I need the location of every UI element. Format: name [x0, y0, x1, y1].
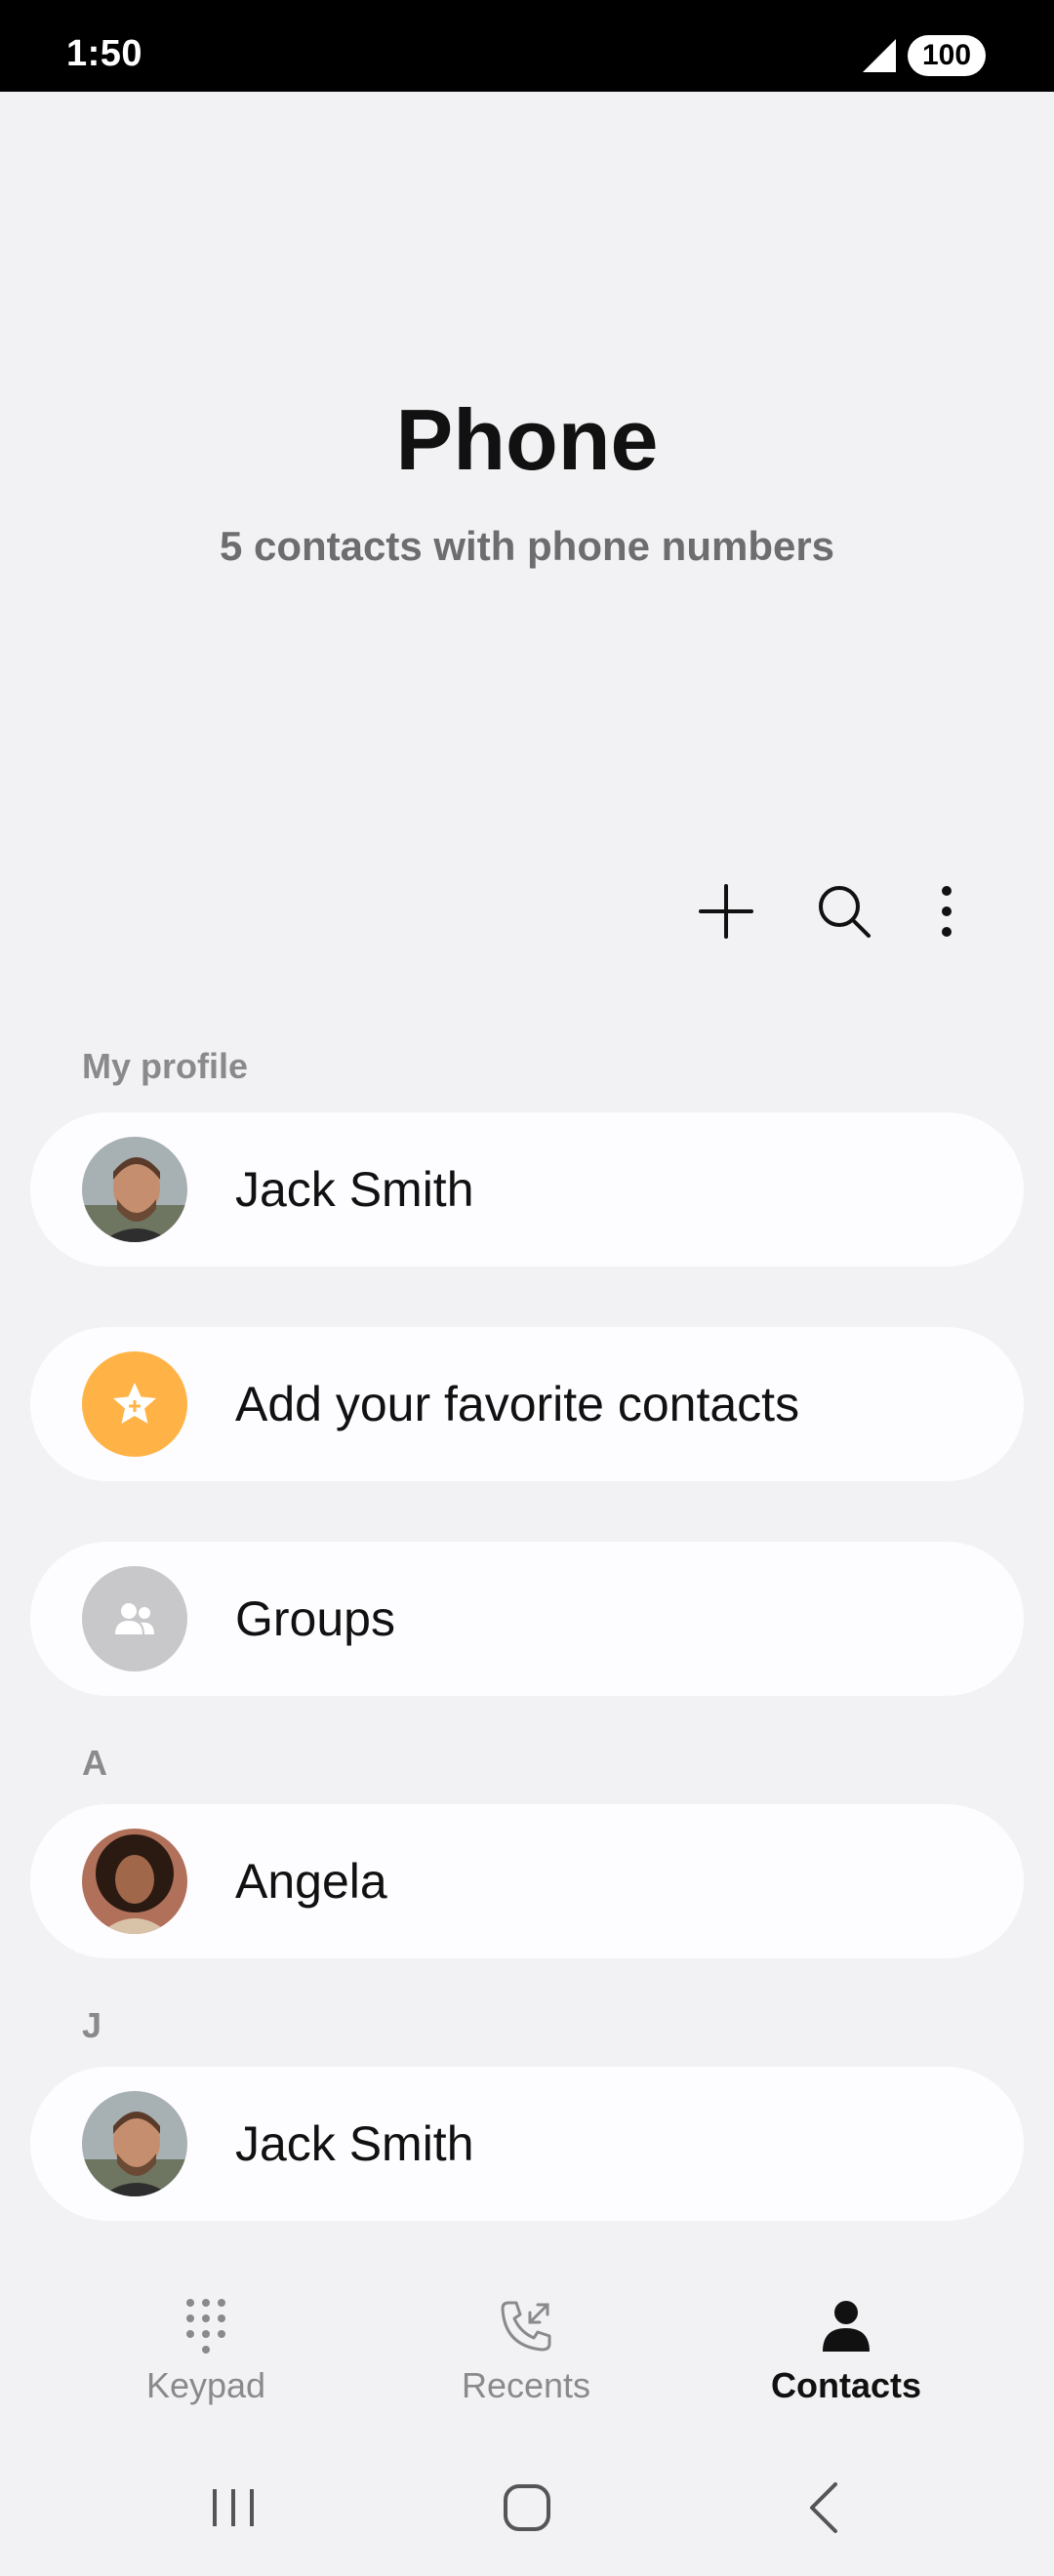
keypad-icon [167, 2287, 245, 2365]
tab-contacts-label: Contacts [770, 2365, 922, 2405]
more-options-icon [942, 886, 952, 937]
page-title: Phone [395, 391, 659, 488]
tab-contacts[interactable]: Contacts [700, 2274, 993, 2410]
recents-icon [487, 2287, 565, 2365]
add-favorites-label: Add your favorite contacts [235, 1377, 800, 1431]
section-label-a: A [82, 1743, 107, 1783]
more-options-button[interactable] [908, 872, 986, 950]
tab-keypad[interactable]: Keypad [60, 2274, 352, 2410]
avatar [82, 1829, 187, 1934]
section-label-j: J [82, 2005, 102, 2045]
add-favorites-card[interactable]: Add your favorite contacts [30, 1327, 1024, 1481]
groups-card[interactable]: Groups [30, 1542, 1024, 1696]
add-icon [699, 884, 753, 939]
search-icon [819, 886, 871, 938]
favorites-avatar [82, 1351, 187, 1457]
recent-apps-button[interactable] [175, 2459, 292, 2556]
groups-label: Groups [235, 1591, 395, 1646]
back-icon [810, 2482, 837, 2533]
battery-icon: 100 [908, 35, 986, 76]
profile-card[interactable]: Jack Smith [30, 1112, 1024, 1267]
avatar [82, 2091, 187, 2196]
status-bar: 1:50 100 [0, 0, 1054, 92]
tab-keypad-label: Keypad [145, 2365, 266, 2405]
signal-icon [863, 39, 896, 72]
recent-apps-icon [213, 2489, 254, 2526]
avatar [82, 1137, 187, 1242]
system-nav-bar [0, 2459, 1054, 2556]
search-button[interactable] [805, 872, 883, 950]
back-button[interactable] [765, 2459, 882, 2556]
status-time: 1:50 [66, 33, 143, 74]
profile-name: Jack Smith [235, 1162, 474, 1217]
contact-card-jack-smith[interactable]: Jack Smith [30, 2067, 1024, 2221]
tab-recents[interactable]: Recents [380, 2274, 672, 2410]
star-icon [113, 1383, 156, 1424]
tab-recents-label: Recents [461, 2365, 591, 2405]
contacts-icon [807, 2287, 885, 2365]
bottom-nav: Keypad Recents Contacts [0, 2274, 1054, 2410]
contact-name: Angela [235, 1854, 387, 1909]
add-contact-button[interactable] [687, 872, 765, 950]
contact-name: Jack Smith [235, 2116, 474, 2171]
home-icon [504, 2484, 550, 2531]
page-subtitle: 5 contacts with phone numbers [219, 523, 835, 569]
group-icon [115, 1603, 154, 1634]
section-label-my-profile: My profile [82, 1046, 249, 1086]
home-button[interactable] [468, 2459, 586, 2556]
groups-avatar [82, 1566, 187, 1671]
contact-card-angela[interactable]: Angela [30, 1804, 1024, 1958]
